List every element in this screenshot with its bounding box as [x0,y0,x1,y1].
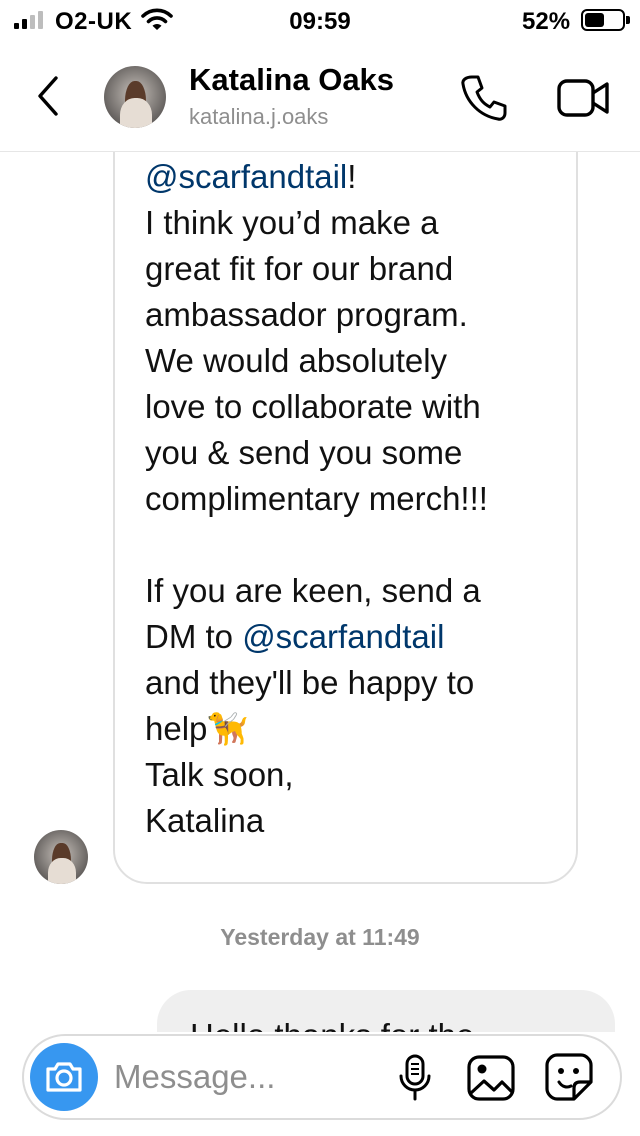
gallery-icon [467,1055,515,1101]
camera-icon [46,1062,82,1092]
mention-link[interactable]: @scarfandtail [145,158,347,195]
status-bar: O2-UK 09:59 52% [0,0,640,42]
incoming-message-text: @scarfandtail! I think you’d make a grea… [145,154,565,844]
outgoing-message-text: Hello thanks for the [190,1017,474,1032]
battery-percent: 52% [522,8,571,35]
sticker-button[interactable] [544,1052,594,1102]
phone-icon [461,75,507,121]
message-thread[interactable]: @scarfandtail! I think you’d make a grea… [0,152,640,1032]
conversation-header: Katalina Oaks katalina.j.oaks [0,42,640,152]
contact-avatar[interactable] [104,66,166,128]
battery-icon [581,9,630,31]
audio-call-button[interactable] [458,72,510,124]
message-composer [22,1034,622,1120]
sender-avatar[interactable] [34,830,88,884]
back-button[interactable] [30,70,66,122]
back-chevron-icon [38,76,58,116]
battery-level-fill [585,13,604,27]
microphone-icon [399,1054,431,1101]
message-input[interactable] [114,1055,364,1099]
sticker-icon [545,1053,593,1101]
gallery-button[interactable] [466,1054,516,1102]
message-timestamp: Yesterday at 11:49 [220,924,420,950]
camera-button[interactable] [30,1043,98,1111]
contact-name[interactable]: Katalina Oaks [189,62,394,98]
video-camera-icon [557,79,609,117]
mention-link[interactable]: @scarfandtail [242,618,444,655]
voice-message-button[interactable] [398,1054,432,1102]
message-text-segment: and they'll be happy to help🦮 Talk soon,… [145,664,475,839]
message-text-segment: ! I think you’d make a great fit for our… [145,158,488,655]
video-call-button[interactable] [556,74,612,122]
contact-handle[interactable]: katalina.j.oaks [189,104,328,130]
